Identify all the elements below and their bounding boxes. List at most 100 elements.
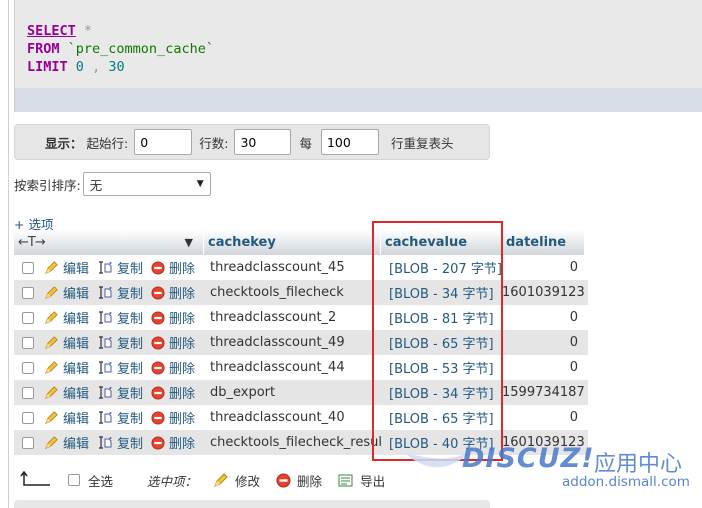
cell-dateline: 1599734187	[502, 385, 585, 400]
copy-button[interactable]: 复制	[97, 283, 143, 302]
copy-button[interactable]: 复制	[97, 308, 143, 327]
cell-cachekey: db_export	[210, 385, 276, 400]
edit-label: 编辑	[63, 287, 90, 302]
edit-button[interactable]: 编辑	[44, 358, 89, 377]
row-checkbox[interactable]	[22, 436, 34, 449]
sql-from-keyword: FROM	[27, 41, 60, 57]
copy-label: 复制	[117, 412, 144, 427]
copy-button[interactable]: 复制	[97, 358, 143, 377]
export-icon	[338, 474, 353, 486]
delete-label: 删除	[169, 362, 196, 377]
display-label: 显示：	[45, 135, 83, 151]
copy-label: 复制	[117, 287, 144, 302]
copy-label: 复制	[117, 337, 144, 352]
row-checkbox[interactable]	[22, 286, 34, 299]
delete-icon	[151, 260, 165, 275]
delete-button[interactable]: 删除	[151, 283, 195, 302]
copy-button[interactable]: 复制	[97, 433, 143, 452]
watermark: DISCUZ! 应用中心 addon.dismall.com	[404, 440, 700, 506]
delete-button[interactable]: 删除	[151, 433, 195, 452]
highlight-box	[372, 221, 503, 461]
select-all-label[interactable]: 全选	[88, 471, 113, 490]
column-resize-arrows-icon[interactable]: ←T→	[18, 235, 46, 250]
copy-icon	[99, 411, 112, 424]
pencil-icon	[45, 361, 58, 374]
bulk-delete-button[interactable]: 删除	[276, 471, 322, 490]
edit-button[interactable]: 编辑	[44, 258, 89, 277]
sort-by-index-select[interactable]: 无 ▼	[82, 172, 211, 196]
left-rule	[8, 0, 9, 508]
copy-icon	[99, 436, 112, 449]
delete-label: 删除	[169, 437, 196, 452]
delete-button[interactable]: 删除	[151, 383, 195, 402]
bulk-modify-label: 修改	[235, 473, 261, 489]
delete-label: 删除	[169, 262, 196, 277]
bulk-modify-button[interactable]: 修改	[213, 471, 260, 490]
edit-label: 编辑	[63, 262, 90, 277]
edit-button[interactable]: 编辑	[44, 433, 89, 452]
bulk-delete-label: 删除	[297, 473, 323, 489]
row-controls: 编辑 复制 删除	[14, 305, 204, 330]
edit-button[interactable]: 编辑	[44, 408, 89, 427]
cell-cachekey: threadclasscount_49	[210, 335, 345, 350]
sql-limit-keyword: LIMIT	[27, 59, 68, 75]
row-checkbox[interactable]	[22, 336, 34, 349]
delete-button[interactable]: 删除	[151, 308, 195, 327]
start-row-input[interactable]	[134, 129, 193, 155]
edit-button[interactable]: 编辑	[44, 333, 89, 352]
cell-dateline: 0	[569, 335, 578, 350]
copy-label: 复制	[117, 362, 144, 377]
sql-select-keyword[interactable]: SELECT	[27, 23, 76, 39]
edit-button[interactable]: 编辑	[44, 283, 89, 302]
row-checkbox[interactable]	[22, 386, 34, 399]
delete-label: 删除	[169, 337, 196, 352]
copy-button[interactable]: 复制	[97, 383, 143, 402]
display-options-bar: 显示： 起始行: 行数: 每 行重复表头	[14, 124, 490, 160]
cell-dateline: 1601039123	[502, 285, 585, 300]
row-controls: 编辑 复制 删除	[14, 355, 204, 380]
sql-table-name: `pre_common_cache`	[67, 41, 214, 57]
sort-caret-icon[interactable]: ▼	[185, 236, 193, 249]
header-dateline[interactable]: dateline	[502, 230, 584, 255]
copy-button[interactable]: 复制	[97, 408, 143, 427]
cell-dateline: 0	[569, 410, 578, 425]
bulk-export-label: 导出	[360, 473, 386, 489]
select-all-checkbox[interactable]	[68, 474, 80, 486]
copy-label: 复制	[117, 262, 144, 277]
cell-dateline: 0	[569, 360, 578, 375]
edit-button[interactable]: 编辑	[44, 308, 89, 327]
delete-icon	[151, 335, 165, 350]
row-checkbox[interactable]	[22, 361, 34, 374]
sql-line-3: LIMIT 0 , 30	[27, 58, 702, 76]
edit-label: 编辑	[63, 387, 90, 402]
copy-icon	[99, 361, 112, 374]
delete-button[interactable]: 删除	[151, 333, 195, 352]
copy-button[interactable]: 复制	[97, 258, 143, 277]
edit-button[interactable]: 编辑	[44, 383, 89, 402]
sql-limit-sep: ,	[92, 59, 101, 75]
row-count-input[interactable]	[234, 129, 292, 155]
repeat-header-input[interactable]	[320, 129, 379, 155]
bulk-export-button[interactable]: 导出	[338, 471, 385, 490]
row-checkbox[interactable]	[22, 261, 34, 274]
delete-button[interactable]: 删除	[151, 258, 195, 277]
copy-button[interactable]: 复制	[97, 333, 143, 352]
pencil-icon	[45, 311, 58, 324]
watermark-url: addon.dismall.com	[562, 474, 690, 490]
delete-label: 删除	[169, 312, 196, 327]
pencil-icon	[45, 386, 58, 399]
delete-icon	[151, 360, 165, 375]
delete-button[interactable]: 删除	[151, 408, 195, 427]
return-arrow-icon	[20, 471, 50, 486]
row-checkbox[interactable]	[22, 311, 34, 324]
cell-cachekey: threadclasscount_44	[210, 360, 345, 375]
header-cachekey[interactable]: cachekey	[204, 230, 381, 255]
cell-cachekey: checktools_filecheck	[210, 285, 344, 300]
delete-button[interactable]: 删除	[151, 358, 195, 377]
copy-icon	[99, 336, 112, 349]
row-controls: 编辑 复制 删除	[14, 255, 204, 280]
delete-label: 删除	[169, 412, 196, 427]
row-checkbox[interactable]	[22, 411, 34, 424]
pencil-icon	[214, 473, 228, 487]
repeat-header-label: 行重复表头	[390, 135, 454, 151]
